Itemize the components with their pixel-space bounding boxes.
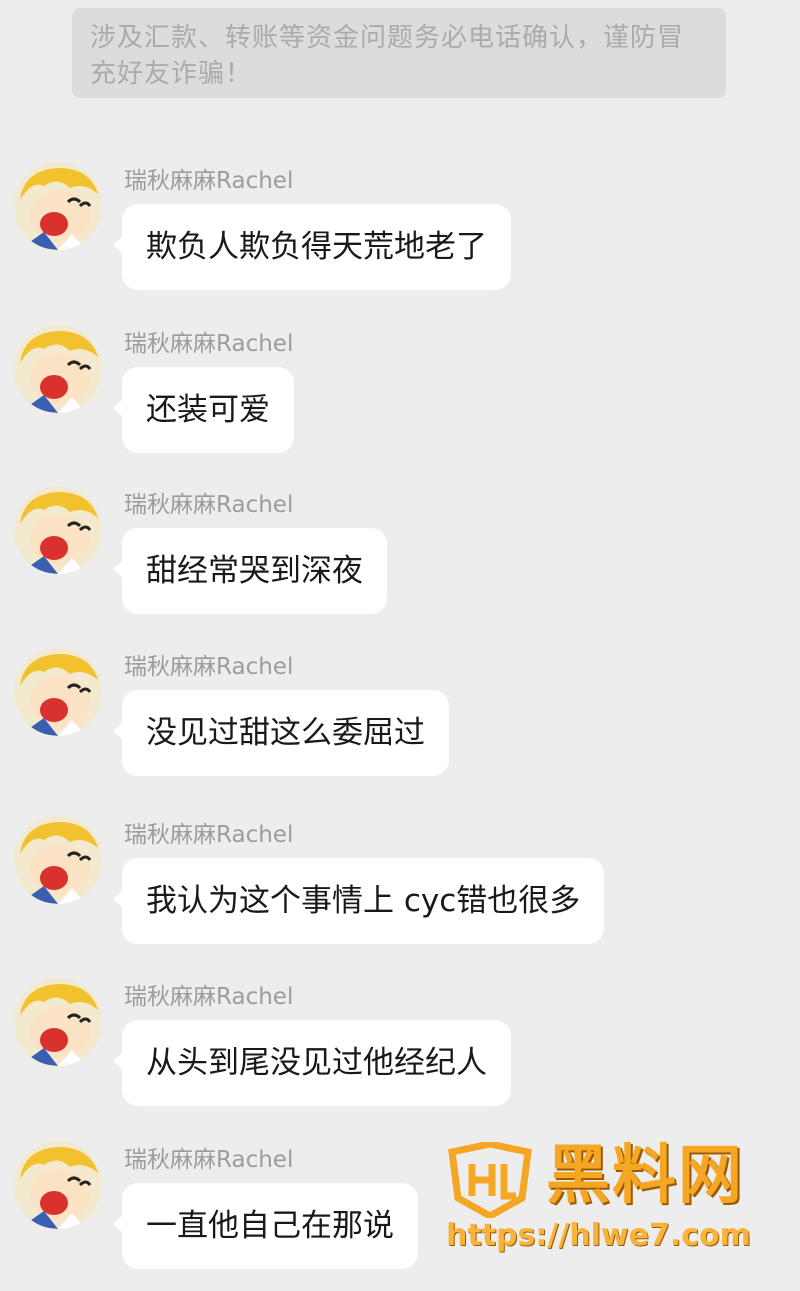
avatar[interactable] (14, 978, 102, 1066)
security-notice: 涉及汇款、转账等资金问题务必电话确认，谨防冒充好友诈骗！ (72, 8, 726, 98)
avatar[interactable] (14, 816, 102, 904)
watermark: 黑料网 https://hlwe7.com (438, 1128, 778, 1278)
message-bubble[interactable]: 还装可爱 (113, 367, 294, 453)
message-bubble[interactable]: 一直他自己在那说 (113, 1183, 418, 1269)
avatar[interactable] (14, 648, 102, 736)
sender-name: 瑞秋麻麻Rachel (124, 822, 294, 848)
message-row: 瑞秋麻麻Rachel 欺负人欺负得天荒地老了 (0, 162, 800, 312)
message-bubble[interactable]: 欺负人欺负得天荒地老了 (113, 204, 511, 290)
avatar[interactable] (14, 325, 102, 413)
message-row: 瑞秋麻麻Rachel 没见过甜这么委屈过 (0, 648, 800, 798)
watermark-title: 黑料网 (546, 1139, 744, 1213)
message-row: 瑞秋麻麻Rachel 从头到尾没见过他经纪人 (0, 978, 800, 1128)
message-row: 瑞秋麻麻Rachel 还装可爱 (0, 325, 800, 475)
sender-name: 瑞秋麻麻Rachel (124, 168, 294, 194)
message-row: 瑞秋麻麻Rachel 甜经常哭到深夜 (0, 486, 800, 636)
message-bubble[interactable]: 我认为这个事情上 cyc错也很多 (112, 858, 605, 944)
sender-name: 瑞秋麻麻Rachel (124, 492, 294, 518)
security-notice-text: 涉及汇款、转账等资金问题务必电话确认，谨防冒充好友诈骗！ (90, 23, 685, 89)
watermark-logo-icon (442, 1140, 538, 1222)
message-row: 瑞秋麻麻Rachel 我认为这个事情上 cyc错也很多 (0, 816, 800, 966)
avatar[interactable] (14, 486, 102, 574)
message-bubble[interactable]: 没见过甜这么委屈过 (113, 690, 449, 776)
sender-name: 瑞秋麻麻Rachel (124, 331, 294, 357)
message-bubble[interactable]: 甜经常哭到深夜 (113, 528, 387, 614)
sender-name: 瑞秋麻麻Rachel (124, 1147, 294, 1173)
watermark-url: https://hlwe7.com (446, 1218, 751, 1253)
avatar[interactable] (14, 1141, 102, 1229)
sender-name: 瑞秋麻麻Rachel (124, 654, 294, 680)
avatar[interactable] (14, 162, 102, 250)
sender-name: 瑞秋麻麻Rachel (124, 984, 294, 1010)
message-bubble[interactable]: 从头到尾没见过他经纪人 (113, 1020, 511, 1106)
